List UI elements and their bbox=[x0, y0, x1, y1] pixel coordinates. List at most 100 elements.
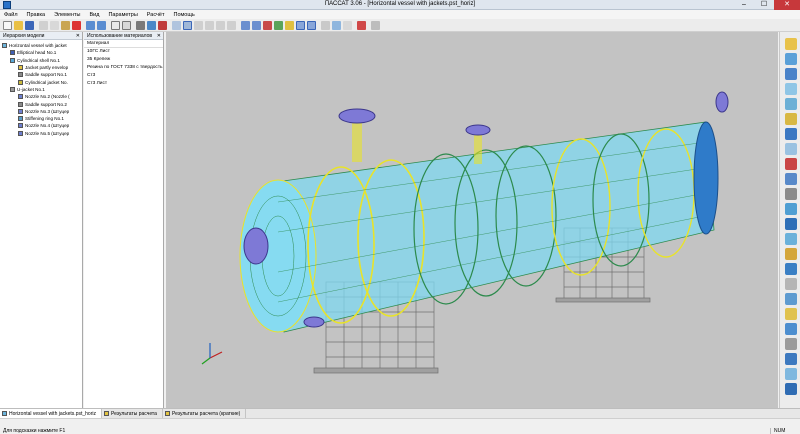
tree-item[interactable]: Jacket partly envelop bbox=[0, 64, 82, 71]
add-tray-icon[interactable] bbox=[785, 293, 797, 305]
add-load-icon[interactable] bbox=[785, 248, 797, 260]
add-wind-icon[interactable] bbox=[785, 263, 797, 275]
menu-file[interactable]: Файл bbox=[4, 12, 18, 18]
add-tube-icon[interactable] bbox=[785, 158, 797, 170]
print-icon[interactable] bbox=[111, 21, 120, 30]
material-item[interactable]: Резина по ГОСТ 7338 с твердость bbox=[84, 64, 163, 72]
tree-item[interactable]: Nozzle No.4 (Штуцер bbox=[0, 122, 82, 129]
menu-parameters[interactable]: Параметры bbox=[108, 12, 137, 18]
add-bellows-icon[interactable] bbox=[785, 173, 797, 185]
axis-triad bbox=[201, 343, 223, 365]
report-icon[interactable] bbox=[147, 21, 156, 30]
add-weight-icon[interactable] bbox=[785, 338, 797, 350]
tree-item[interactable]: Nozzle No.2 (Nozzle ( bbox=[0, 93, 82, 100]
tree-item[interactable]: Nozzle No.5 (Штуцер bbox=[0, 130, 82, 137]
add-stiffener-icon[interactable] bbox=[785, 323, 797, 335]
menu-calculation[interactable]: Расчёт bbox=[147, 12, 165, 18]
menu-edit[interactable]: Правка bbox=[27, 12, 46, 18]
add-jacket-icon[interactable] bbox=[785, 98, 797, 110]
maximize-icon[interactable]: ☐ bbox=[754, 0, 774, 10]
tree-item[interactable]: U-jacket No.1 bbox=[0, 86, 82, 93]
head-icon bbox=[10, 50, 15, 56]
nozzle-top-left bbox=[338, 108, 376, 162]
jacket-icon bbox=[18, 79, 23, 85]
menu-elements[interactable]: Элементы bbox=[54, 12, 80, 18]
nozzle-bottom bbox=[303, 316, 325, 328]
preview-icon[interactable] bbox=[122, 21, 131, 30]
add-cover-icon[interactable] bbox=[785, 143, 797, 155]
view-iso-icon[interactable] bbox=[274, 21, 283, 30]
material-item[interactable]: Ст3 bbox=[84, 72, 163, 80]
tree-item[interactable]: Saddle support No.2 bbox=[0, 100, 82, 107]
tab-model[interactable]: Horizontal vessel with jackets.pst_horiz bbox=[0, 408, 102, 419]
close-panel-icon[interactable]: ✕ bbox=[76, 32, 80, 40]
nozzle-icon bbox=[18, 108, 23, 114]
delete-icon[interactable] bbox=[72, 21, 81, 30]
tab-results[interactable]: Результаты расчета bbox=[102, 408, 163, 419]
add-pipe-icon[interactable] bbox=[785, 353, 797, 365]
menu-view[interactable]: Вид bbox=[90, 12, 100, 18]
settings-icon[interactable] bbox=[158, 21, 167, 30]
panel-title: Иерархия модели bbox=[3, 33, 45, 39]
tree-item[interactable]: Cylindrical jacket No. bbox=[0, 78, 82, 85]
material-item[interactable]: 10ГС Лист bbox=[84, 48, 163, 56]
add-saddle-icon[interactable] bbox=[785, 188, 797, 200]
zoom-in-icon[interactable] bbox=[194, 21, 203, 30]
undo-icon[interactable] bbox=[86, 21, 95, 30]
copy-icon[interactable] bbox=[50, 21, 59, 30]
select-icon[interactable] bbox=[183, 21, 192, 30]
add-misc-icon[interactable] bbox=[785, 383, 797, 395]
shade-icon[interactable] bbox=[285, 21, 294, 30]
material-item[interactable]: Ст3 Лист bbox=[84, 80, 163, 88]
new-file-icon[interactable] bbox=[3, 21, 12, 30]
paste-icon[interactable] bbox=[61, 21, 70, 30]
tree-item[interactable]: Elliptical head No.1 bbox=[0, 49, 82, 56]
document-icon bbox=[2, 411, 7, 416]
tree-item[interactable]: Saddle support No.1 bbox=[0, 71, 82, 78]
axis-icon[interactable] bbox=[332, 21, 341, 30]
view-front-icon[interactable] bbox=[241, 21, 250, 30]
close-panel-icon[interactable]: ✕ bbox=[157, 32, 161, 40]
pan-icon[interactable] bbox=[172, 21, 181, 30]
open-folder-icon[interactable] bbox=[14, 21, 23, 30]
view-side-icon[interactable] bbox=[263, 21, 272, 30]
dims-icon[interactable] bbox=[321, 21, 330, 30]
add-skirt-icon[interactable] bbox=[785, 218, 797, 230]
tree-item[interactable]: Nozzle No.3 (Штуцер bbox=[0, 108, 82, 115]
add-head-icon[interactable] bbox=[785, 38, 797, 50]
menu-help[interactable]: Помощь bbox=[173, 12, 194, 18]
grid-icon[interactable] bbox=[343, 21, 352, 30]
add-flange-icon[interactable] bbox=[785, 83, 797, 95]
vessel-model[interactable] bbox=[166, 32, 778, 408]
zoom-out-icon[interactable] bbox=[205, 21, 214, 30]
info-icon[interactable] bbox=[371, 21, 380, 30]
add-platform-icon[interactable] bbox=[785, 368, 797, 380]
material-item[interactable]: 35 Крепеж bbox=[84, 56, 163, 64]
add-insulation-icon[interactable] bbox=[785, 308, 797, 320]
add-shell-icon[interactable] bbox=[785, 53, 797, 65]
cut-icon[interactable] bbox=[39, 21, 48, 30]
tree-item[interactable]: Cylindrical shell No.1 bbox=[0, 57, 82, 64]
add-lug-icon[interactable] bbox=[785, 233, 797, 245]
add-internal-icon[interactable] bbox=[785, 278, 797, 290]
add-cone-icon[interactable] bbox=[785, 68, 797, 80]
fit-icon[interactable] bbox=[227, 21, 236, 30]
stop-icon[interactable] bbox=[357, 21, 366, 30]
minimize-icon[interactable]: – bbox=[734, 0, 754, 10]
add-nozzle-icon[interactable] bbox=[785, 128, 797, 140]
close-icon[interactable]: ✕ bbox=[774, 0, 800, 10]
view-top-icon[interactable] bbox=[252, 21, 261, 30]
3d-viewport[interactable] bbox=[166, 32, 778, 408]
save-icon[interactable] bbox=[25, 21, 34, 30]
rotate-icon[interactable] bbox=[216, 21, 225, 30]
calculator-icon[interactable] bbox=[136, 21, 145, 30]
tree-item[interactable]: Horizontal vessel with jacket bbox=[0, 42, 82, 49]
redo-icon[interactable] bbox=[97, 21, 106, 30]
ring-icon bbox=[18, 116, 23, 122]
tab-results-brief[interactable]: Результаты расчета (краткие) bbox=[163, 408, 247, 419]
transparent-icon[interactable] bbox=[307, 21, 316, 30]
wireframe-icon[interactable] bbox=[296, 21, 305, 30]
add-leg-icon[interactable] bbox=[785, 203, 797, 215]
tree-item[interactable]: Stiffening ring No.1 bbox=[0, 115, 82, 122]
add-ring-icon[interactable] bbox=[785, 113, 797, 125]
